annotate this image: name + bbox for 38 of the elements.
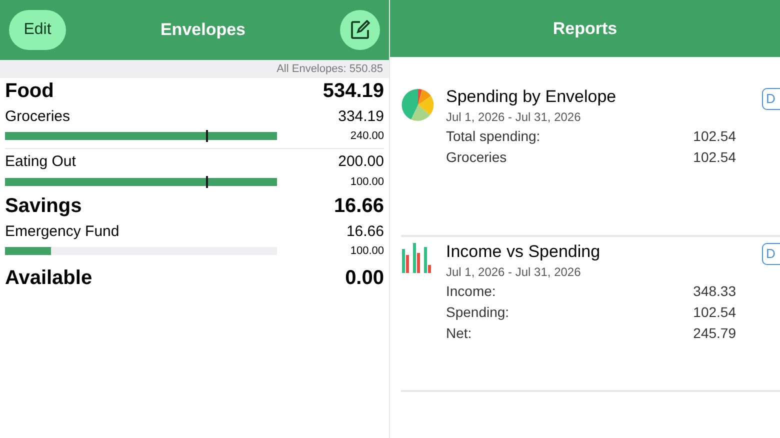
stat-value: 102.54	[693, 148, 736, 167]
report-button[interactable]: D	[762, 88, 780, 110]
compose-icon	[350, 20, 370, 40]
nav-title: Reports	[552, 18, 618, 40]
stat-value: 102.54	[693, 303, 736, 322]
report-dates: Jul 1, 2026 - Jul 31, 2026	[446, 264, 582, 281]
pie-chart-icon	[401, 88, 435, 122]
report-title: Income vs Spending	[446, 241, 602, 263]
total-label: All Envelopes: 550.85	[276, 62, 383, 77]
stat-label: Spending:	[446, 303, 510, 322]
stat-label: Income:	[446, 282, 496, 301]
report-button[interactable]: D	[762, 243, 780, 265]
available-label: Available	[5, 266, 92, 290]
group-name: Savings	[5, 194, 82, 219]
stat-label: Total spending:	[446, 127, 540, 146]
envelope-amount: 334.19	[338, 106, 384, 126]
stat-value: 102.54	[693, 127, 736, 146]
report-dates: Jul 1, 2026 - Jul 31, 2026	[446, 109, 582, 126]
envelope-amount: 16.66	[346, 222, 384, 242]
available-amount: 0.00	[345, 266, 384, 290]
stat-value: 245.79	[693, 324, 736, 343]
group-amount: 534.19	[322, 79, 384, 104]
envelope-name: Eating Out	[5, 152, 76, 172]
report-title: Spending by Envelope	[446, 86, 618, 108]
envelope-amount: 200.00	[338, 152, 384, 172]
stat-label: Net:	[446, 324, 472, 343]
envelope-name: Groceries	[5, 106, 70, 126]
compose-button[interactable]	[340, 10, 380, 50]
nav-title: Envelopes	[160, 19, 246, 42]
edit-button[interactable]: Edit	[9, 10, 66, 50]
group-amount: 16.66	[334, 194, 384, 219]
budget-amount: 100.00	[350, 174, 384, 190]
envelope-name: Emergency Fund	[5, 222, 120, 242]
stat-label: Groceries	[446, 148, 507, 167]
budget-amount: 100.00	[350, 244, 384, 259]
budget-amount: 240.00	[350, 129, 384, 144]
group-name: Food	[5, 79, 54, 104]
stat-value: 348.33	[693, 282, 736, 301]
